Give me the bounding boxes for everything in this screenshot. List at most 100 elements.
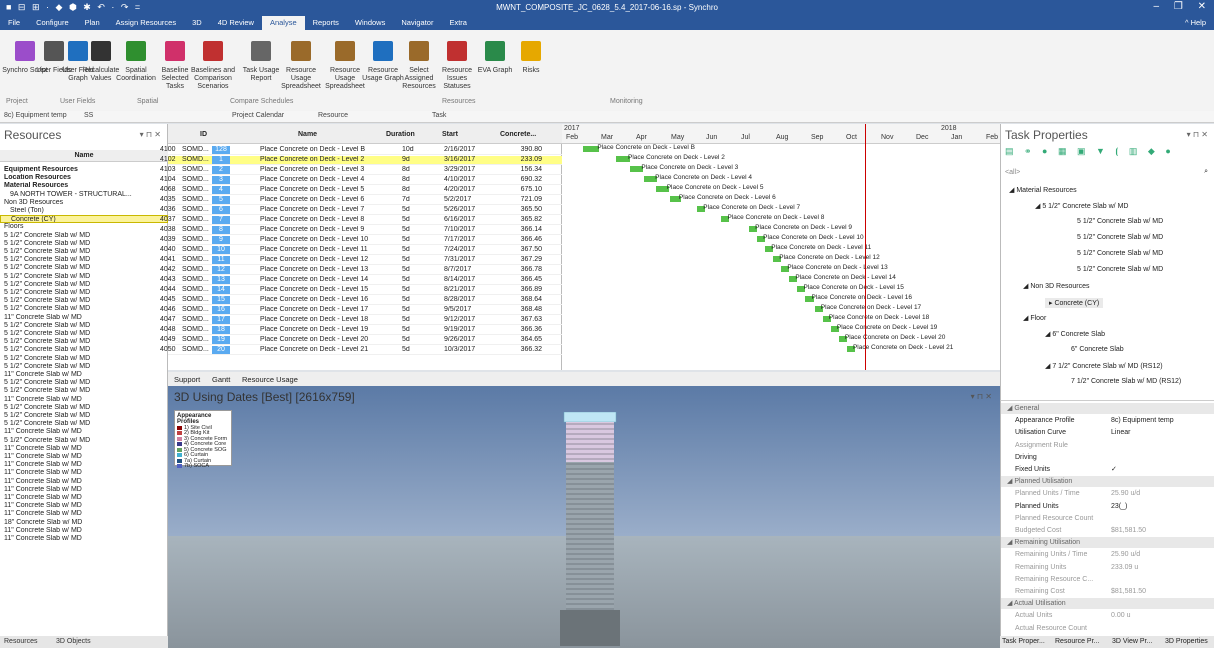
property-row[interactable]: Planned Units / Time 25.90 u/d: [1001, 488, 1214, 499]
resource-row[interactable]: 5 1/2" Concrete Slab w/ MD: [0, 379, 168, 387]
resource-select[interactable]: Resource: [318, 112, 348, 119]
resource-row[interactable]: 5 1/2" Concrete Slab w/ MD: [0, 305, 168, 313]
panel-pin-icon[interactable]: ▾ ⊓ ✕: [140, 130, 161, 139]
table-row[interactable]: 4043 SOMD... 13 Place Concrete on Deck - Le…: [160, 276, 562, 285]
resource-row[interactable]: 5 1/2" Concrete Slab w/ MD: [0, 412, 168, 420]
table-row[interactable]: 4102 SOMD... 1 Place Concrete on Deck - Lev…: [160, 156, 562, 165]
table-row[interactable]: 4045 SOMD... 15 Place Concrete on Deck - Le…: [160, 296, 562, 305]
menu-4d-review[interactable]: 4D Review: [210, 16, 262, 30]
resource-row[interactable]: 5 1/2" Concrete Slab w/ MD: [0, 281, 168, 289]
3d-view[interactable]: 3D Using Dates [Best] [2616x759] ▾ ⊓ ✕ A…: [168, 386, 1000, 648]
table-row[interactable]: 4046 SOMD... 16 Place Concrete on Deck - Le…: [160, 306, 562, 315]
resource-row[interactable]: Location Resources: [0, 174, 168, 182]
resource-row[interactable]: 5 1/2" Concrete Slab w/ MD: [0, 363, 168, 371]
menu-windows[interactable]: Windows: [347, 16, 393, 30]
menu-analyse[interactable]: Analyse: [261, 16, 305, 30]
table-row[interactable]: 4044 SOMD... 14 Place Concrete on Deck - Le…: [160, 286, 562, 295]
ribbon-button[interactable]: Baselines and Comparison Scenarios: [190, 31, 236, 91]
task-properties-toolbar[interactable]: ▤ ⚭ ● ▦ ▣ ▼ ⦗ ▥ ◆ ●: [1005, 146, 1175, 157]
tree-item[interactable]: 5 1/2" Concrete Slab w/ MD: [1077, 250, 1163, 257]
resource-row[interactable]: 11" Concrete Slab w/ MD: [0, 469, 168, 477]
resource-row[interactable]: Floors: [0, 223, 168, 231]
resource-row[interactable]: 5 1/2" Concrete Slab w/ MD: [0, 297, 168, 305]
menu-reports[interactable]: Reports: [305, 16, 347, 30]
resource-row[interactable]: 11" Concrete Slab w/ MD: [0, 453, 168, 461]
property-row[interactable]: Actual Resource Count: [1001, 623, 1214, 634]
resource-row[interactable]: Steel (Ton): [0, 207, 168, 215]
table-row[interactable]: 4042 SOMD... 12 Place Concrete on Deck - Le…: [160, 266, 562, 275]
resource-row[interactable]: 5 1/2" Concrete Slab w/ MD: [0, 387, 168, 395]
table-row[interactable]: 4047 SOMD... 17 Place Concrete on Deck - Le…: [160, 316, 562, 325]
tree-item[interactable]: ◢ Material Resources: [1009, 186, 1077, 194]
tree-item[interactable]: ◢ Non 3D Resources: [1023, 282, 1089, 290]
tree-item[interactable]: 7 1/2" Concrete Slab w/ MD (RS12): [1071, 378, 1181, 385]
resource-row[interactable]: 11" Concrete Slab w/ MD: [0, 510, 168, 518]
property-row[interactable]: Driving: [1001, 452, 1214, 463]
resource-row[interactable]: 11" Concrete Slab w/ MD: [0, 494, 168, 502]
panel-pin-icon[interactable]: ▾ ⊓ ✕: [1187, 130, 1208, 139]
resource-row[interactable]: 11" Concrete Slab w/ MD: [0, 502, 168, 510]
resource-row[interactable]: 5 1/2" Concrete Slab w/ MD: [0, 404, 168, 412]
property-row[interactable]: Budgeted Cost $81,581.50: [1001, 525, 1214, 536]
menu-help[interactable]: ^ Help: [1177, 16, 1214, 30]
table-row[interactable]: 4038 SOMD... 8 Place Concrete on Deck - Lev…: [160, 226, 562, 235]
resource-row[interactable]: 9A NORTH TOWER - STRUCTURAL...: [0, 191, 168, 199]
ribbon-button[interactable]: Risks: [508, 31, 554, 75]
resource-row[interactable]: 11" Concrete Slab w/ MD: [0, 461, 168, 469]
resource-row[interactable]: 5 1/2" Concrete Slab w/ MD: [0, 264, 168, 272]
table-row[interactable]: 4039 SOMD... 9 Place Concrete on Deck - Lev…: [160, 236, 562, 245]
resource-row[interactable]: 5 1/2" Concrete Slab w/ MD: [0, 355, 168, 363]
col-duration[interactable]: Duration: [386, 131, 415, 138]
tab-task-properties[interactable]: Task Proper...: [1002, 638, 1045, 645]
resource-row[interactable]: 5 1/2" Concrete Slab w/ MD: [0, 256, 168, 264]
property-row[interactable]: Fixed Units ✓: [1001, 464, 1214, 475]
ss-select[interactable]: SS: [84, 112, 93, 119]
col-id[interactable]: ID: [200, 131, 207, 138]
resource-row[interactable]: 11" Concrete Slab w/ MD: [0, 428, 168, 436]
resources-col-name[interactable]: Name: [0, 150, 168, 162]
property-row[interactable]: ◢ Remaining Utilisation: [1001, 537, 1214, 549]
resource-row[interactable]: 5 1/2" Concrete Slab w/ MD: [0, 420, 168, 428]
resource-row[interactable]: 11" Concrete Slab w/ MD: [0, 396, 168, 404]
resource-row[interactable]: 11" Concrete Slab w/ MD: [0, 527, 168, 535]
table-row[interactable]: 4048 SOMD... 18 Place Concrete on Deck - Le…: [160, 326, 562, 335]
property-row[interactable]: Utilisation Curve Linear: [1001, 427, 1214, 438]
property-row[interactable]: Remaining Cost $81,581.50: [1001, 586, 1214, 597]
property-row[interactable]: Assignment Rule: [1001, 440, 1214, 451]
resource-row[interactable]: Material Resources: [0, 182, 168, 190]
building-model[interactable]: [560, 412, 620, 646]
tab-resource-usage[interactable]: Resource Usage: [242, 375, 298, 384]
calendar-select[interactable]: Project Calendar: [232, 112, 284, 119]
tree-item[interactable]: ◢ 6" Concrete Slab: [1045, 330, 1105, 338]
resource-row[interactable]: 11" Concrete Slab w/ MD: [0, 314, 168, 322]
ribbon-button[interactable]: Resource Usage Spreadsheet: [278, 31, 324, 91]
resource-row[interactable]: 5 1/2" Concrete Slab w/ MD: [0, 240, 168, 248]
resource-row[interactable]: Concrete (CY): [0, 215, 168, 224]
menu-assign-resources[interactable]: Assign Resources: [108, 16, 184, 30]
table-row[interactable]: 4037 SOMD... 7 Place Concrete on Deck - Lev…: [160, 216, 562, 225]
resource-row[interactable]: 11" Concrete Slab w/ MD: [0, 478, 168, 486]
tab-3d-view-properties[interactable]: 3D View Pr...: [1112, 638, 1152, 645]
tree-item[interactable]: 5 1/2" Concrete Slab w/ MD: [1077, 266, 1163, 273]
property-row[interactable]: ◢ Planned Utilisation: [1001, 476, 1214, 488]
tree-item[interactable]: 5 1/2" Concrete Slab w/ MD: [1077, 218, 1163, 225]
resource-row[interactable]: 5 1/2" Concrete Slab w/ MD: [0, 338, 168, 346]
menu-plan[interactable]: Plan: [77, 16, 108, 30]
search-input[interactable]: <all>: [1005, 169, 1020, 176]
resource-row[interactable]: 5 1/2" Concrete Slab w/ MD: [0, 273, 168, 281]
window-controls[interactable]: – ❐ ✕: [1154, 1, 1206, 12]
table-row[interactable]: 4104 SOMD... 3 Place Concrete on Deck - Lev…: [160, 176, 562, 185]
col-name[interactable]: Name: [298, 131, 317, 138]
property-row[interactable]: Remaining Units / Time 25.90 u/d: [1001, 549, 1214, 560]
tree-item[interactable]: ◢ 5 1/2" Concrete Slab w/ MD: [1035, 202, 1128, 210]
menu-extra[interactable]: Extra: [441, 16, 475, 30]
resource-row[interactable]: 5 1/2" Concrete Slab w/ MD: [0, 248, 168, 256]
resource-row[interactable]: 18" Concrete Slab w/ MD: [0, 519, 168, 527]
tab-gantt[interactable]: Gantt: [212, 375, 230, 384]
property-row[interactable]: Planned Resource Count: [1001, 513, 1214, 524]
property-row[interactable]: Appearance Profile 8c) Equipment temp: [1001, 415, 1214, 426]
resource-row[interactable]: 11" Concrete Slab w/ MD: [0, 486, 168, 494]
table-row[interactable]: 4050 SOMD... 20 Place Concrete on Deck - Le…: [160, 346, 562, 355]
resource-row[interactable]: 11" Concrete Slab w/ MD: [0, 445, 168, 453]
profile-select[interactable]: 8c) Equipment temp: [4, 112, 67, 119]
